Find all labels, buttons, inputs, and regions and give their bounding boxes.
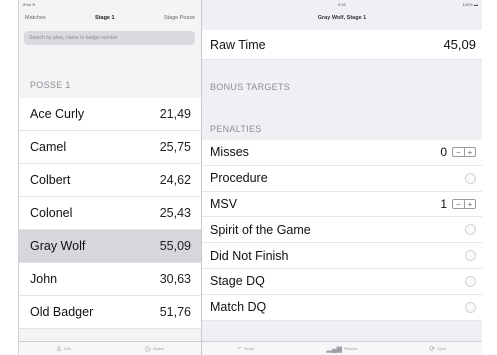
tab-sync-label: Sync <box>437 346 447 351</box>
penalty-label: Match DQ <box>210 300 267 315</box>
shooter-name: Ace Curly <box>30 107 85 121</box>
shooter-row[interactable]: Ace Curly 21,49 <box>19 98 201 131</box>
sync-icon: ⟳ <box>429 345 436 353</box>
shooter-time: 21,49 <box>159 107 191 121</box>
person-icon: ♙ <box>55 345 63 353</box>
penalty-toggle[interactable] <box>465 224 476 236</box>
tab-results[interactable]: ▂▄▆ Results <box>326 345 357 353</box>
tab-score-label: Score <box>244 346 255 351</box>
penalty-label: Stage DQ <box>210 274 265 289</box>
penalty-label: Did Not Finish <box>210 248 289 263</box>
stepper-buttons: − + <box>452 198 476 209</box>
penalty-label: Spirit of the Game <box>210 222 311 237</box>
shooter-name: Camel <box>30 140 67 154</box>
penalty-row: Procedure <box>202 166 482 192</box>
penalties-header: PENALTIES <box>210 124 262 134</box>
battery-indicator: 100% ▬ <box>462 1 478 7</box>
tab-score[interactable]: ⌐ Score <box>238 345 255 352</box>
left-tab-bar: ♙ Info ◷ Status <box>19 341 201 355</box>
shooter-list-pane: iPad ≋ Matches Stage 1 Stage Posse Searc… <box>19 0 202 355</box>
ipad-screen: iPad ≋ Matches Stage 1 Stage Posse Searc… <box>18 0 482 355</box>
status-bar: iPad ≋ <box>19 0 201 8</box>
penalty-count: 0 <box>440 145 447 160</box>
penalty-row: Spirit of the Game <box>202 217 482 244</box>
shooter-time: 30,63 <box>159 272 191 286</box>
status-time: 9:42 <box>338 1 346 7</box>
tab-status[interactable]: ◷ Status <box>145 345 164 353</box>
tab-info-label: Info <box>64 346 71 351</box>
shooter-row[interactable]: Gray Wolf 55,09 <box>19 230 201 263</box>
decrement-button[interactable]: − <box>453 200 464 209</box>
raw-time-row[interactable]: Raw Time 45,09 <box>202 30 482 60</box>
shooter-row[interactable]: Colbert 24,62 <box>19 164 201 197</box>
shooter-row[interactable]: Camel 25,75 <box>19 131 201 164</box>
tab-results-label: Results <box>344 346 358 351</box>
shooter-time: 55,09 <box>159 239 191 253</box>
penalty-count: 1 <box>440 196 447 211</box>
right-tab-bar: ⌐ Score ▂▄▆ Results ⟳ Sync <box>202 341 482 355</box>
posse-header: POSSE 1 <box>30 80 71 90</box>
stage-posse-button[interactable]: Stage Posse <box>164 15 195 21</box>
score-detail-pane: 9:42 100% ▬ Gray Wolf, Stage 1 Raw Time … <box>202 0 482 355</box>
shooter-time: 25,43 <box>159 206 191 220</box>
shooter-name: Colbert <box>30 173 71 187</box>
penalty-toggle[interactable] <box>465 275 476 287</box>
stepper-buttons: − + <box>452 147 476 158</box>
shooter-list: Ace Curly 21,49 Camel 25,75 Colbert 24,62 Colo… <box>19 98 201 329</box>
tab-info[interactable]: ♙ Info <box>56 345 71 353</box>
penalty-stepper[interactable]: 1− + <box>440 197 476 211</box>
shooter-time: 25,75 <box>159 140 191 154</box>
back-button[interactable]: Matches <box>25 15 46 21</box>
clock-icon: ◷ <box>144 345 151 353</box>
tab-sync[interactable]: ⟳ Sync <box>429 345 446 353</box>
penalty-row: MSV 1− + <box>202 192 482 218</box>
penalty-toggle[interactable] <box>465 301 476 313</box>
decrement-button[interactable]: − <box>453 148 464 157</box>
penalty-row: Misses 0− + <box>202 140 482 166</box>
shooter-time: 51,76 <box>159 305 191 319</box>
detail-title: Gray Wolf, Stage 1 <box>317 15 367 21</box>
shooter-name: Old Badger <box>30 305 94 319</box>
status-left: iPad ≋ <box>23 1 36 7</box>
penalty-label: Misses <box>210 145 249 160</box>
shooter-name: Colonel <box>30 206 73 220</box>
search-input[interactable]: Search by alias, name or badge number <box>24 31 195 45</box>
gun-icon: ⌐ <box>237 345 243 352</box>
penalty-label: MSV <box>210 196 238 211</box>
increment-button[interactable]: + <box>464 199 475 209</box>
raw-time-label: Raw Time <box>210 37 266 52</box>
penalties-list: Misses 0− + Procedure MSV 1− + Spirit of the Ga… <box>202 140 482 321</box>
shooter-time: 24,62 <box>159 173 191 187</box>
tab-status-label: Status <box>152 346 165 351</box>
penalty-stepper[interactable]: 0− + <box>440 145 476 159</box>
bonus-targets-header: BONUS TARGETS <box>210 82 291 92</box>
shooter-row[interactable]: Colonel 25,43 <box>19 197 201 230</box>
penalty-toggle[interactable] <box>465 250 476 262</box>
raw-time-value[interactable]: 45,09 <box>443 37 476 52</box>
shooter-row[interactable]: John 30,63 <box>19 263 201 296</box>
search-placeholder: Search by alias, name or badge number <box>29 35 118 41</box>
penalty-toggle[interactable] <box>465 172 476 184</box>
penalty-row: Match DQ <box>202 295 482 321</box>
shooter-row[interactable]: Old Badger 51,76 <box>19 296 201 329</box>
left-nav-title: Stage 1 <box>95 15 115 21</box>
chart-icon: ▂▄▆ <box>326 345 343 353</box>
shooter-name: John <box>30 272 58 286</box>
penalty-row: Stage DQ <box>202 269 482 295</box>
status-bar-right: 9:42 100% ▬ <box>202 0 482 8</box>
increment-button[interactable]: + <box>464 148 475 157</box>
penalty-row: Did Not Finish <box>202 243 482 269</box>
shooter-name: Gray Wolf <box>30 239 86 253</box>
left-navigation-bar: Matches Stage 1 Stage Posse <box>19 8 201 28</box>
penalty-label: Procedure <box>210 171 268 186</box>
